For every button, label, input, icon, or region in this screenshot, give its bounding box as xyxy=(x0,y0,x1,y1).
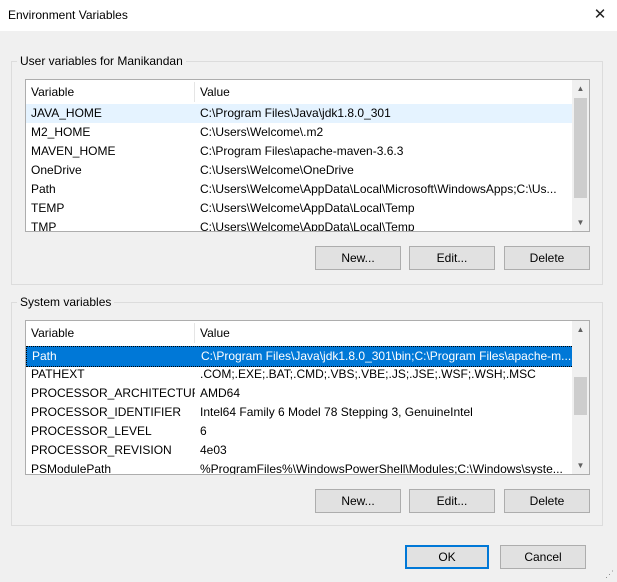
variable-name: PATHEXT xyxy=(31,367,85,381)
scrollbar-thumb[interactable] xyxy=(574,98,587,198)
ok-button[interactable]: OK xyxy=(405,545,489,569)
variable-value: 6 xyxy=(200,424,207,438)
variable-name: TMP xyxy=(31,220,57,232)
system-delete-button[interactable]: Delete xyxy=(504,489,590,513)
table-row[interactable]: PSModulePath %ProgramFiles%\WindowsPower… xyxy=(26,460,572,475)
variable-name: MAVEN_HOME xyxy=(31,144,116,158)
column-header-variable[interactable]: Variable xyxy=(26,321,194,345)
variable-value: C:\Program Files\Java\jdk1.8.0_301\bin;C… xyxy=(201,349,571,363)
variable-name: M2_HOME xyxy=(31,125,91,139)
window-title: Environment Variables xyxy=(8,8,128,22)
variable-value: C:\Users\Welcome\AppData\Local\Temp xyxy=(200,201,415,215)
column-header-variable[interactable]: Variable xyxy=(26,80,194,104)
system-variables-legend: System variables xyxy=(17,295,115,309)
variable-value: C:\Program Files\Java\jdk1.8.0_301 xyxy=(200,106,391,120)
variable-name: Path xyxy=(31,182,56,196)
table-row[interactable]: PROCESSOR_IDENTIFIER Intel64 Family 6 Mo… xyxy=(26,403,572,422)
variable-name: PROCESSOR_IDENTIFIER xyxy=(31,405,182,419)
column-header-value[interactable]: Value xyxy=(195,80,572,104)
table-row[interactable]: TEMP C:\Users\Welcome\AppData\Local\Temp xyxy=(26,199,572,218)
variable-name: PROCESSOR_ARCHITECTURE xyxy=(31,386,195,400)
table-row[interactable]: OneDrive C:\Users\Welcome\OneDrive xyxy=(26,161,572,180)
user-delete-button[interactable]: Delete xyxy=(504,246,590,270)
variable-value: %ProgramFiles%\WindowsPowerShell\Modules… xyxy=(200,462,563,475)
system-edit-button[interactable]: Edit... xyxy=(409,489,495,513)
user-variables-legend: User variables for Manikandan xyxy=(17,54,186,68)
cancel-button[interactable]: Cancel xyxy=(500,545,586,569)
variable-value: Intel64 Family 6 Model 78 Stepping 3, Ge… xyxy=(200,405,473,419)
table-row-selected[interactable]: Path C:\Program Files\Java\jdk1.8.0_301\… xyxy=(26,346,574,367)
scroll-up-icon[interactable]: ▲ xyxy=(572,321,589,338)
variable-name: Path xyxy=(32,349,57,363)
variable-value: C:\Users\Welcome\AppData\Local\Microsoft… xyxy=(200,182,557,196)
scroll-down-icon[interactable]: ▼ xyxy=(572,214,589,231)
user-edit-button[interactable]: Edit... xyxy=(409,246,495,270)
table-row[interactable]: MAVEN_HOME C:\Program Files\apache-maven… xyxy=(26,142,572,161)
table-row[interactable]: JAVA_HOME C:\Program Files\Java\jdk1.8.0… xyxy=(26,104,572,123)
variable-name: JAVA_HOME xyxy=(31,106,102,120)
variable-name: PROCESSOR_REVISION xyxy=(31,443,172,457)
variable-value: C:\Users\Welcome\AppData\Local\Temp xyxy=(200,220,415,232)
variable-value: C:\Users\Welcome\.m2 xyxy=(200,125,324,139)
resize-grip-icon[interactable]: ⋰ xyxy=(605,569,614,580)
variable-value: .COM;.EXE;.BAT;.CMD;.VBS;.VBE;.JS;.JSE;.… xyxy=(200,367,536,381)
column-header-value[interactable]: Value xyxy=(195,321,572,345)
user-list-header: Variable Value xyxy=(26,80,572,104)
table-row[interactable]: PROCESSOR_ARCHITECTURE AMD64 xyxy=(26,384,572,403)
variable-value: AMD64 xyxy=(200,386,241,400)
system-variables-list[interactable]: Variable Value Path C:\Program Files\Jav… xyxy=(25,320,590,475)
variable-name: PSModulePath xyxy=(31,462,112,475)
table-row[interactable]: PATHEXT .COM;.EXE;.BAT;.CMD;.VBS;.VBE;.J… xyxy=(26,365,572,384)
table-row[interactable]: PROCESSOR_LEVEL 6 xyxy=(26,422,572,441)
variable-name: OneDrive xyxy=(31,163,82,177)
variable-name: PROCESSOR_LEVEL xyxy=(31,424,152,438)
scroll-up-icon[interactable]: ▲ xyxy=(572,80,589,97)
system-list-scrollbar[interactable]: ▲ ▼ xyxy=(572,321,589,474)
system-list-header: Variable Value xyxy=(26,321,572,345)
user-new-button[interactable]: New... xyxy=(315,246,401,270)
variable-value: C:\Program Files\apache-maven-3.6.3 xyxy=(200,144,404,158)
user-variables-list[interactable]: Variable Value JAVA_HOME C:\Program File… xyxy=(25,79,590,232)
table-row[interactable]: TMP C:\Users\Welcome\AppData\Local\Temp xyxy=(26,218,572,232)
scrollbar-thumb[interactable] xyxy=(574,377,587,415)
variable-value: 4e03 xyxy=(200,443,227,457)
user-list-scrollbar[interactable]: ▲ ▼ xyxy=(572,80,589,231)
table-row[interactable]: PROCESSOR_REVISION 4e03 xyxy=(26,441,572,460)
scroll-down-icon[interactable]: ▼ xyxy=(572,457,589,474)
table-row[interactable]: Path C:\Users\Welcome\AppData\Local\Micr… xyxy=(26,180,572,199)
variable-value: C:\Users\Welcome\OneDrive xyxy=(200,163,354,177)
system-new-button[interactable]: New... xyxy=(315,489,401,513)
table-row[interactable]: M2_HOME C:\Users\Welcome\.m2 xyxy=(26,123,572,142)
variable-name: TEMP xyxy=(31,201,65,215)
close-icon[interactable]: ✕ xyxy=(585,2,615,28)
